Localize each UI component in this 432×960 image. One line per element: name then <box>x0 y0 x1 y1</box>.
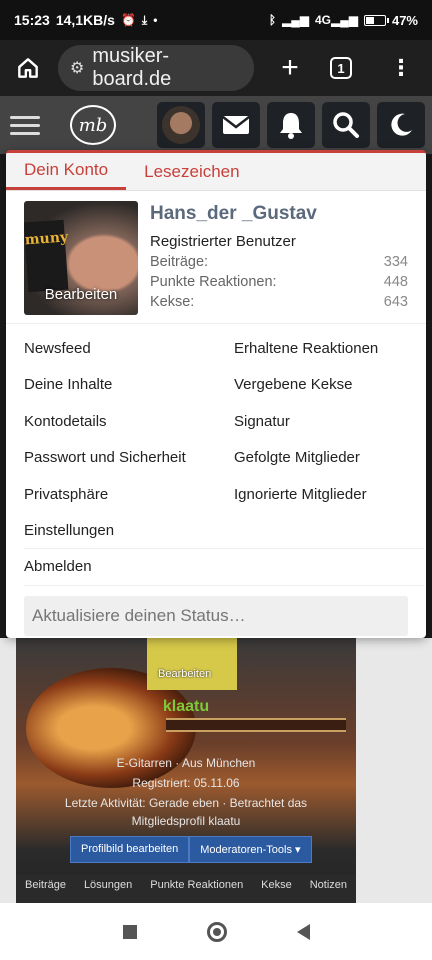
moderator-tools-button[interactable]: Moderatoren-Tools ▾ <box>189 836 312 863</box>
profile-last-activity-2: Mitgliedsprofil klaatu <box>131 814 241 828</box>
menu-item-logout[interactable]: Abmelden <box>24 549 424 586</box>
search-button[interactable] <box>322 102 370 148</box>
dot-icon: • <box>153 13 158 27</box>
menu-item-received-reactions[interactable]: Erhaltene Reaktionen <box>234 330 424 367</box>
search-icon <box>333 112 359 138</box>
profile-stats-bar: Beiträge Lösungen Punkte Reaktionen Keks… <box>16 874 356 903</box>
stat-value: 643 <box>383 294 408 310</box>
menu-item-settings[interactable]: Einstellungen <box>24 513 424 549</box>
stat-label: Beiträge <box>24 879 66 891</box>
profile-banner: Bearbeiten klaatu E-Gitarren · Aus Münch… <box>16 638 356 903</box>
user-title: Registrierter Benutzer <box>150 233 296 250</box>
forum-header: mb <box>0 96 432 154</box>
envelope-icon <box>222 116 250 134</box>
signal-4g-icon: 4G▂▄▆ <box>315 13 358 27</box>
profile-location: E-Gitarren · Aus München <box>116 756 256 770</box>
home-nav-icon[interactable] <box>206 921 227 942</box>
menu-item-account-details[interactable]: Kontodetails <box>24 403 234 440</box>
avatar-photo-detail: muny <box>24 219 69 293</box>
android-status-bar: 15:23 14,1KB/s ⏰ ⤓ • ᛒ ▂▄▆ 4G▂▄▆ 47% <box>0 0 432 40</box>
address-bar[interactable]: ⚙ musiker-board.de <box>58 45 254 91</box>
stat-label: Beiträge: <box>150 254 209 270</box>
alarm-icon: ⏰ <box>120 13 136 27</box>
alerts-button[interactable] <box>267 102 315 148</box>
battery-icon <box>363 14 389 26</box>
avatar-sticker <box>147 638 237 690</box>
account-profile: muny Bearbeiten Hans_der _Gustav Registr… <box>6 191 426 324</box>
stat-label: Notizen <box>309 879 347 891</box>
clock: 15:23 <box>14 12 50 28</box>
stat-posts[interactable]: Beiträge: 334 <box>150 254 408 270</box>
hamburger-menu-icon[interactable] <box>10 115 40 135</box>
moon-icon <box>391 113 412 136</box>
network-speed: 14,1KB/s <box>55 12 115 28</box>
account-button[interactable] <box>157 102 205 148</box>
avatar[interactable]: muny Bearbeiten <box>24 201 138 315</box>
menu-item-your-content[interactable]: Deine Inhalte <box>24 367 234 404</box>
bell-icon <box>280 113 302 139</box>
recents-icon[interactable] <box>122 924 137 939</box>
status-input[interactable] <box>24 595 408 636</box>
tab-dein-konto[interactable]: Dein Konto <box>6 153 127 190</box>
stat-cookies[interactable]: Kekse: 643 <box>150 294 408 310</box>
profile-last-activity: Letzte Aktivität: Gerade eben · Betracht… <box>64 796 308 810</box>
new-tab-icon[interactable]: + <box>272 53 308 83</box>
stat-label: Kekse <box>261 879 292 891</box>
download-icon: ⤓ <box>141 12 148 27</box>
dark-mode-button[interactable] <box>377 102 425 148</box>
menu-item-given-cookies[interactable]: Vergebene Kekse <box>234 367 424 404</box>
account-dropdown: Dein Konto Lesezeichen muny Bearbeiten H… <box>6 150 426 638</box>
username[interactable]: Hans_der _Gustav <box>150 203 408 225</box>
tab-switcher-button[interactable]: 1 <box>330 57 352 79</box>
site-settings-icon[interactable]: ⚙ <box>70 58 84 78</box>
bluetooth-icon: ᛒ <box>268 13 277 27</box>
tab-lesezeichen[interactable]: Lesezeichen <box>126 153 257 190</box>
account-tabs: Dein Konto Lesezeichen <box>6 153 426 191</box>
menu-item-signature[interactable]: Signatur <box>234 403 424 440</box>
stat-value: 334 <box>383 254 408 270</box>
android-nav-bar <box>0 903 432 960</box>
avatar-edit-link[interactable]: Bearbeiten <box>24 286 138 303</box>
banner-edit-link[interactable]: Bearbeiten <box>158 668 211 680</box>
member-profile-background: Bearbeiten klaatu E-Gitarren · Aus Münch… <box>0 638 432 903</box>
site-logo[interactable]: mb <box>70 105 116 145</box>
browser-toolbar: ⚙ musiker-board.de + 1 ⋮ <box>0 40 432 96</box>
signal-icon: ▂▄▆ <box>282 13 309 27</box>
menu-item-password-security[interactable]: Passwort und Sicherheit <box>24 440 234 477</box>
stat-label: Kekse: <box>150 294 195 310</box>
home-icon[interactable] <box>10 50 46 86</box>
stat-value: 448 <box>383 274 408 290</box>
menu-item-privacy[interactable]: Privatsphäre <box>24 476 234 513</box>
profile-username: klaatu <box>162 698 210 715</box>
more-menu-icon[interactable]: ⋮ <box>390 57 412 79</box>
back-icon[interactable] <box>296 923 310 940</box>
guitar-neck <box>166 718 346 732</box>
battery-percent: 47% <box>391 12 418 28</box>
profile-registered: Registriert: 05.11.06 <box>132 776 240 790</box>
edit-profile-picture-button[interactable]: Profilbild bearbeiten <box>70 836 190 863</box>
messages-button[interactable] <box>212 102 260 148</box>
stat-label: Punkte Reaktionen <box>150 879 244 891</box>
url-text: musiker-board.de <box>92 45 172 90</box>
menu-item-followed-members[interactable]: Gefolgte Mitglieder <box>234 440 424 477</box>
menu-item-ignored-members[interactable]: Ignorierte Mitglieder <box>234 476 424 513</box>
stat-label: Lösungen <box>83 879 133 891</box>
avatar <box>162 106 200 144</box>
stat-label: Punkte Reaktionen: <box>150 274 277 290</box>
stat-reactions[interactable]: Punkte Reaktionen: 448 <box>150 274 408 290</box>
menu-item-newsfeed[interactable]: Newsfeed <box>24 330 234 367</box>
account-menu: Newsfeed Erhaltene Reaktionen Deine Inha… <box>6 324 426 586</box>
